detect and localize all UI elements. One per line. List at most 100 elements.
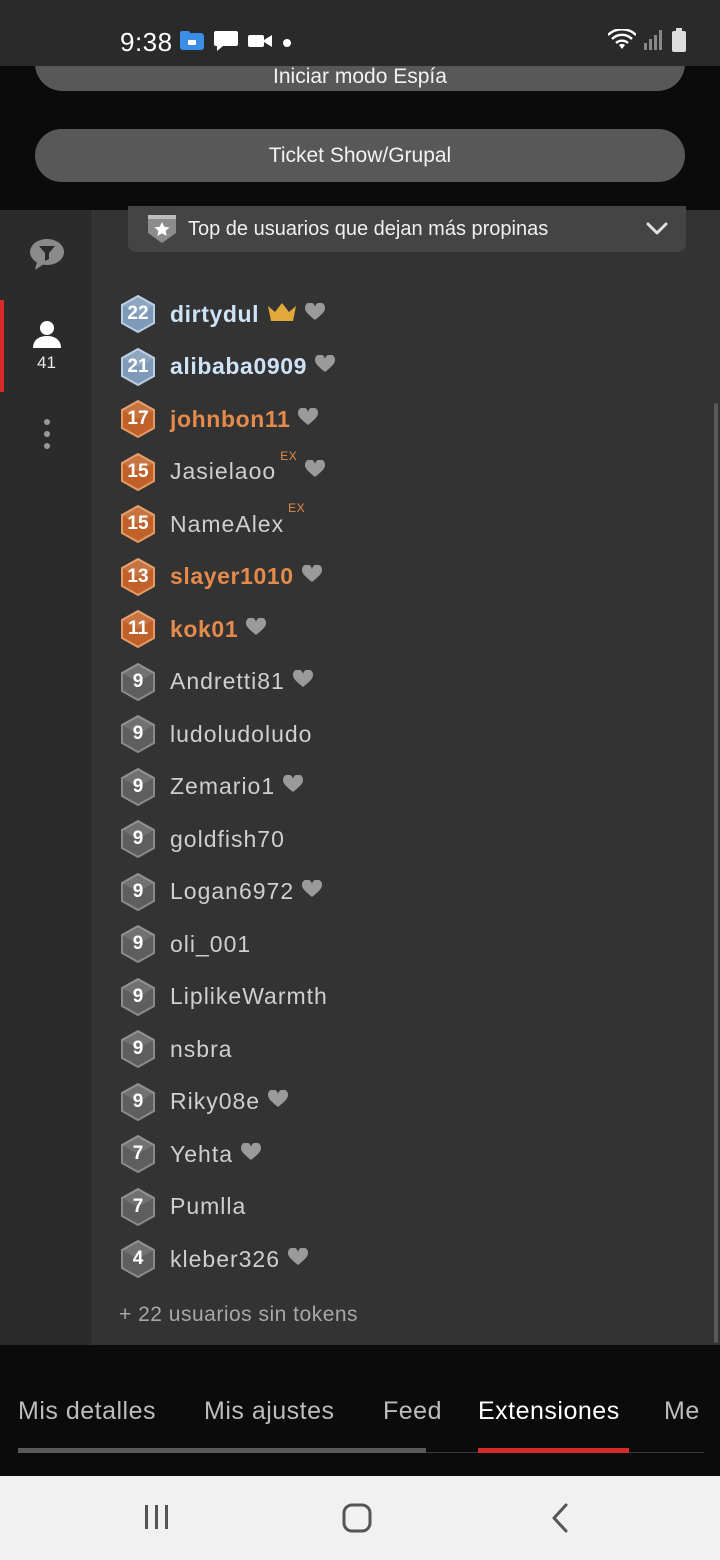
- level-number: 9: [132, 1090, 144, 1112]
- user-row[interactable]: 15 NameAlex EX: [119, 498, 335, 551]
- message-icon: [214, 30, 238, 57]
- username[interactable]: nsbra: [170, 1036, 233, 1063]
- user-row[interactable]: 9 LiplikeWarmth: [119, 971, 335, 1024]
- heart-icon[interactable]: [315, 354, 336, 378]
- battery-icon: [672, 28, 686, 57]
- tab-mis-detalles[interactable]: Mis detalles: [18, 1397, 156, 1426]
- star-badge-icon: [148, 215, 176, 243]
- back-button[interactable]: [548, 1502, 572, 1539]
- status-time: 9:38: [120, 27, 173, 57]
- level-number: 13: [127, 565, 149, 587]
- user-row[interactable]: 21 alibaba0909: [119, 341, 336, 394]
- heart-icon[interactable]: [305, 302, 326, 326]
- username[interactable]: LiplikeWarmth: [170, 983, 328, 1010]
- username[interactable]: goldfish70: [170, 826, 285, 853]
- user-row[interactable]: 9 Riky08e: [119, 1076, 335, 1129]
- heart-icon[interactable]: [305, 459, 326, 483]
- recents-button[interactable]: [142, 1502, 172, 1537]
- user-row[interactable]: 13 slayer1010: [119, 551, 335, 604]
- ticket-show-button[interactable]: Ticket Show/Grupal: [35, 129, 685, 182]
- level-number: 7: [132, 1195, 144, 1217]
- more-options-icon: [43, 419, 50, 449]
- level-badge: 17: [119, 400, 157, 439]
- heart-icon[interactable]: [268, 1089, 289, 1113]
- user-row[interactable]: 9 ludoludoludo: [119, 708, 335, 761]
- tab-mis-ajustes[interactable]: Mis ajustes: [204, 1397, 335, 1426]
- content-scrollbar[interactable]: [714, 403, 718, 1343]
- heart-icon[interactable]: [302, 879, 323, 903]
- tab-feed[interactable]: Feed: [383, 1397, 442, 1426]
- user-row[interactable]: 9 Andretti81: [119, 656, 335, 709]
- dot-icon: [282, 35, 292, 53]
- username[interactable]: oli_001: [170, 931, 251, 958]
- heart-icon[interactable]: [246, 617, 267, 641]
- username[interactable]: Yehta: [170, 1141, 233, 1168]
- username[interactable]: johnbon11: [170, 406, 290, 433]
- rail-chat-filter[interactable]: [0, 236, 93, 272]
- user-row[interactable]: 15 Jasielaoo EX: [119, 446, 335, 499]
- user-row[interactable]: 11 kok01: [119, 603, 335, 656]
- level-number: 9: [132, 880, 144, 902]
- user-row[interactable]: 22 dirtydul: [119, 288, 335, 341]
- level-badge: 9: [119, 1030, 157, 1069]
- username[interactable]: Jasielaoo: [170, 458, 276, 485]
- username[interactable]: kok01: [170, 616, 238, 643]
- chat-filter-icon: [29, 239, 64, 270]
- username[interactable]: dirtydul: [170, 301, 259, 328]
- user-row[interactable]: 9 Logan6972: [119, 866, 335, 919]
- user-row[interactable]: 9 goldfish70: [119, 813, 335, 866]
- crown-icon: [267, 302, 297, 327]
- level-badge: 9: [119, 977, 157, 1016]
- users-content: Top de usuarios que dejan más propinas 2…: [93, 206, 720, 1345]
- tabs-scroll-indicator[interactable]: [18, 1448, 426, 1453]
- user-row[interactable]: 4 kleber326: [119, 1233, 335, 1286]
- username[interactable]: ludoludoludo: [170, 721, 312, 748]
- level-badge: 7: [119, 1187, 157, 1226]
- rail-more-options[interactable]: [0, 418, 93, 450]
- level-number: 9: [132, 1038, 144, 1060]
- level-badge: 9: [119, 925, 157, 964]
- user-row[interactable]: 7 Pumlla: [119, 1181, 335, 1234]
- heart-icon[interactable]: [298, 407, 319, 431]
- level-number: 15: [127, 513, 149, 535]
- users-without-tokens-note: + 22 usuarios sin tokens: [119, 1303, 359, 1326]
- username[interactable]: kleber326: [170, 1246, 280, 1273]
- username[interactable]: Pumlla: [170, 1193, 246, 1220]
- level-badge: 13: [119, 557, 157, 596]
- user-list: 22 dirtydul 21 alibaba0909 17 johnbon11 15 Jasi…: [119, 288, 336, 1286]
- username[interactable]: Riky08e: [170, 1088, 260, 1115]
- username[interactable]: Andretti81: [170, 668, 285, 695]
- username[interactable]: NameAlex: [170, 511, 284, 538]
- home-icon: [342, 1503, 372, 1533]
- tippers-dropdown[interactable]: Top de usuarios que dejan más propinas: [128, 206, 686, 252]
- user-row[interactable]: 9 oli_001: [119, 918, 335, 971]
- user-row[interactable]: 7 Yehta: [119, 1128, 335, 1181]
- heart-icon[interactable]: [292, 669, 313, 693]
- wifi-icon: [607, 28, 637, 56]
- username[interactable]: slayer1010: [170, 563, 294, 590]
- level-badge: 4: [119, 1240, 157, 1279]
- level-badge: 9: [119, 715, 157, 754]
- level-number: 15: [127, 460, 149, 482]
- heart-icon[interactable]: [240, 1142, 262, 1166]
- status-icons-right: [607, 28, 686, 57]
- level-number: 9: [132, 723, 144, 745]
- level-number: 9: [132, 933, 144, 955]
- tab-extensiones[interactable]: Extensiones: [478, 1397, 620, 1426]
- heart-icon[interactable]: [283, 774, 304, 798]
- rail-users-tab[interactable]: 41: [0, 300, 93, 392]
- home-button[interactable]: [341, 1502, 373, 1539]
- user-row[interactable]: 9 nsbra: [119, 1023, 335, 1076]
- active-tab-underline: [478, 1448, 629, 1453]
- username[interactable]: Logan6972: [170, 878, 294, 905]
- heart-icon[interactable]: [288, 1247, 309, 1271]
- user-row[interactable]: 17 johnbon11: [119, 393, 335, 446]
- screen: 9:38 Iniciar modo Espía Ticket Show/Grup…: [0, 0, 720, 1560]
- recents-icon: [145, 1505, 168, 1529]
- level-number: 7: [132, 1143, 144, 1165]
- tab-me[interactable]: Me: [664, 1397, 700, 1426]
- username[interactable]: Zemario1: [170, 773, 275, 800]
- user-row[interactable]: 9 Zemario1: [119, 761, 335, 814]
- username[interactable]: alibaba0909: [170, 353, 307, 380]
- heart-icon[interactable]: [301, 564, 322, 588]
